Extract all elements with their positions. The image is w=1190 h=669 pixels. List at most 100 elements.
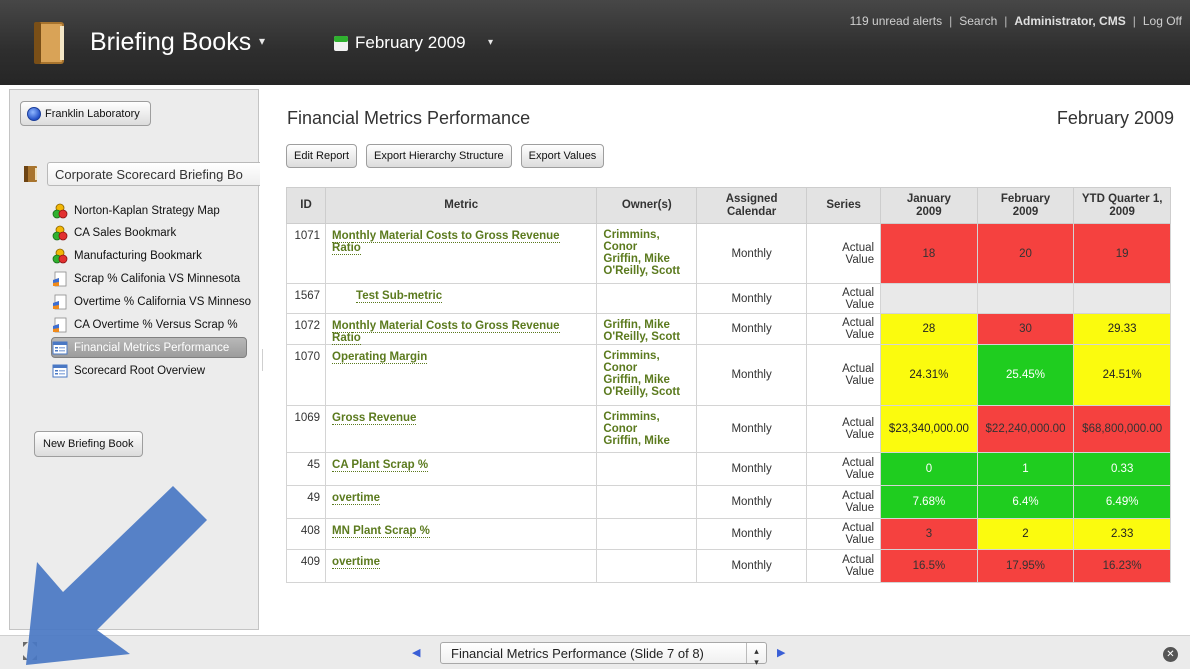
- owner-link[interactable]: O'Reilly, Scott: [603, 265, 680, 277]
- cell-value[interactable]: 6.49%: [1073, 485, 1171, 519]
- column-header-id[interactable]: ID: [285, 187, 327, 224]
- cell-value[interactable]: 24.51%: [1073, 344, 1171, 406]
- sidebar-item[interactable]: Manufacturing Bookmark: [52, 246, 260, 267]
- metric-link[interactable]: Gross Revenue: [332, 412, 417, 425]
- cell-value[interactable]: 30: [976, 313, 1075, 345]
- sidebar-item[interactable]: Scrap % Califonia VS Minnesota: [52, 269, 260, 290]
- cell-value[interactable]: 28: [880, 313, 978, 345]
- cell-value[interactable]: 25.45%: [976, 344, 1075, 406]
- cell-owners: Griffin, Mike O'Reilly, Scott: [596, 313, 698, 345]
- owner-link[interactable]: Crimmins,: [603, 229, 659, 241]
- owner-link[interactable]: Griffin, Mike: [603, 319, 669, 331]
- previous-slide-icon[interactable]: ◀: [412, 646, 420, 659]
- metric-link[interactable]: CA Plant Scrap %: [332, 459, 429, 472]
- logoff-link[interactable]: Log Off: [1143, 14, 1182, 28]
- cell-value[interactable]: $23,340,000.00: [880, 405, 978, 453]
- period-selector[interactable]: February 2009: [355, 33, 466, 53]
- cell-value[interactable]: 7.68%: [880, 485, 978, 519]
- column-header-ytd[interactable]: YTD Quarter 1, 2009: [1073, 187, 1171, 224]
- sidebar-resize-handle[interactable]: [262, 349, 264, 371]
- cell-series: Actual Value: [806, 405, 882, 453]
- slide-select[interactable]: Financial Metrics Performance (Slide 7 o…: [440, 642, 767, 667]
- sidebar-item[interactable]: Scorecard Root Overview: [52, 360, 260, 381]
- briefing-book-icon: [34, 22, 64, 64]
- cell-value[interactable]: 3: [880, 518, 978, 550]
- new-briefing-book-button[interactable]: New Briefing Book: [34, 431, 143, 457]
- owner-link[interactable]: Conor: [603, 423, 637, 435]
- cell-value[interactable]: 24.31%: [880, 344, 978, 406]
- user-link[interactable]: Administrator, CMS: [1014, 14, 1125, 28]
- period-caret-icon[interactable]: ▾: [488, 37, 493, 48]
- cell-value[interactable]: 1: [976, 452, 1075, 486]
- export-values-button[interactable]: Export Values: [520, 144, 605, 168]
- sidebar-item-label: Manufacturing Bookmark: [74, 250, 202, 263]
- select-stepper-icon[interactable]: ▴ ▾: [746, 643, 766, 667]
- cell-owners: [596, 518, 698, 550]
- metric-link[interactable]: MN Plant Scrap %: [332, 525, 430, 538]
- cell-value[interactable]: 19: [1073, 223, 1171, 284]
- cell-value[interactable]: [976, 283, 1075, 314]
- metric-link[interactable]: overtime: [332, 492, 380, 505]
- owner-link[interactable]: Crimmins,: [603, 411, 659, 423]
- cell-value[interactable]: 0.33: [1073, 452, 1171, 486]
- sidebar-item[interactable]: CA Sales Bookmark: [52, 223, 260, 244]
- alerts-link[interactable]: 119 unread alerts: [850, 14, 943, 28]
- owner-link[interactable]: Crimmins,: [603, 350, 659, 362]
- column-header-january[interactable]: January 2009: [880, 187, 978, 224]
- cell-value[interactable]: 16.23%: [1073, 549, 1171, 583]
- briefing-book-row[interactable]: Corporate Scorecard Briefing Bo: [23, 162, 260, 186]
- cell-value[interactable]: 29.33: [1073, 313, 1171, 345]
- sidebar-item[interactable]: Overtime % California VS Minneso: [52, 292, 260, 313]
- chart-doc-icon: [52, 294, 68, 310]
- metric-link[interactable]: Monthly Material Costs to Gross Revenue …: [332, 320, 560, 345]
- column-header-february[interactable]: February 2009: [976, 187, 1075, 224]
- cell-value[interactable]: 16.5%: [880, 549, 978, 583]
- cell-value[interactable]: [880, 283, 978, 314]
- series-line: Actual: [842, 363, 875, 375]
- edit-report-button[interactable]: Edit Report: [286, 144, 358, 168]
- cell-value[interactable]: 6.4%: [976, 485, 1075, 519]
- export-hierarchy-button[interactable]: Export Hierarchy Structure: [366, 144, 512, 168]
- cell-value[interactable]: 2: [976, 518, 1075, 550]
- cell-value[interactable]: 2.33: [1073, 518, 1171, 550]
- owner-link[interactable]: Griffin, Mike: [603, 253, 669, 265]
- cell-calendar: Monthly: [696, 452, 808, 486]
- sidebar-item[interactable]: Norton-Kaplan Strategy Map: [52, 200, 260, 221]
- cell-value[interactable]: [1073, 283, 1171, 314]
- cell-value[interactable]: 18: [880, 223, 978, 284]
- sidebar-item[interactable]: Financial Metrics Performance: [51, 337, 247, 359]
- column-header-series[interactable]: Series: [806, 187, 882, 224]
- cell-value[interactable]: 20: [976, 223, 1075, 284]
- owner-link[interactable]: O'Reilly, Scott: [603, 386, 680, 398]
- org-button[interactable]: Franklin Laboratory: [20, 101, 151, 126]
- owner-link[interactable]: Griffin, Mike: [603, 435, 669, 447]
- app-menu-caret-icon[interactable]: ▾: [259, 34, 265, 48]
- cell-value[interactable]: $22,240,000.00: [976, 405, 1075, 453]
- cell-calendar: Monthly: [696, 283, 808, 314]
- next-slide-icon[interactable]: ▶: [777, 646, 785, 659]
- owner-link[interactable]: Griffin, Mike: [603, 374, 669, 386]
- series-line: Actual: [842, 522, 875, 534]
- metric-link[interactable]: overtime: [332, 556, 380, 569]
- sidebar-item-label: Norton-Kaplan Strategy Map: [74, 204, 220, 217]
- cell-value[interactable]: $68,800,000.00: [1073, 405, 1171, 453]
- owner-link[interactable]: Conor: [603, 362, 637, 374]
- owner-link[interactable]: O'Reilly, Scott: [603, 331, 680, 343]
- column-header-owners[interactable]: Owner(s): [596, 187, 698, 224]
- fullscreen-expand-icon[interactable]: [22, 641, 38, 661]
- briefing-book-name[interactable]: Corporate Scorecard Briefing Bo: [47, 162, 260, 186]
- app-title[interactable]: Briefing Books: [90, 28, 251, 57]
- sidebar-item[interactable]: CA Overtime % Versus Scrap %: [52, 314, 260, 335]
- series-line: Actual: [842, 490, 875, 502]
- column-header-metric[interactable]: Metric: [325, 187, 598, 224]
- close-icon[interactable]: ✕: [1163, 647, 1178, 662]
- sidebar-resize-handle[interactable]: [9, 349, 11, 371]
- cell-value[interactable]: 0: [880, 452, 978, 486]
- column-header-calendar[interactable]: Assigned Calendar: [696, 187, 808, 224]
- cell-value[interactable]: 17.95%: [976, 549, 1075, 583]
- owner-link[interactable]: Conor: [603, 241, 637, 253]
- metric-link[interactable]: Monthly Material Costs to Gross Revenue …: [332, 230, 560, 255]
- search-link[interactable]: Search: [959, 14, 997, 28]
- metric-link[interactable]: Test Sub-metric: [356, 290, 443, 303]
- metric-link[interactable]: Operating Margin: [332, 351, 428, 364]
